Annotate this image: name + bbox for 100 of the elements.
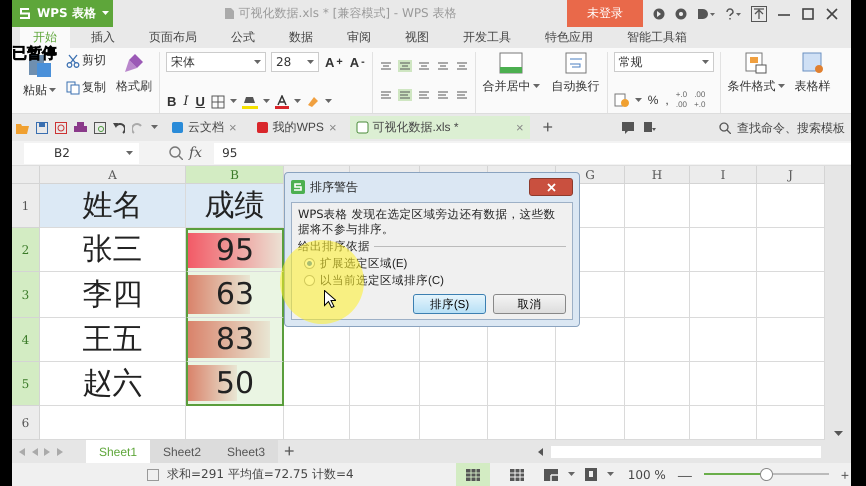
font-size-field[interactable]: 28 xyxy=(271,52,319,72)
align-icon[interactable] xyxy=(454,88,469,101)
maximize-icon[interactable] xyxy=(801,8,815,20)
caret-icon[interactable] xyxy=(254,60,261,64)
italic-button[interactable]: I xyxy=(182,94,190,109)
menu-tab[interactable]: 审阅 xyxy=(334,27,384,48)
align-icon[interactable] xyxy=(398,60,412,72)
font-name-field[interactable]: 宋体 xyxy=(166,52,266,72)
print-icon[interactable] xyxy=(74,122,87,134)
scroll-down-icon[interactable] xyxy=(834,431,842,436)
table-style-button[interactable]: 表格样 xyxy=(794,78,832,95)
brush-icon[interactable] xyxy=(123,52,145,74)
caret-icon[interactable] xyxy=(324,99,332,104)
empty-cell[interactable] xyxy=(625,362,690,406)
menu-tab[interactable]: 公式 xyxy=(218,27,268,48)
search-field[interactable]: 查找命令、搜索模板 xyxy=(718,120,847,136)
row-header[interactable]: 2 xyxy=(12,228,40,272)
menu-tab[interactable]: 插入 xyxy=(78,27,128,48)
paste-button[interactable]: 粘贴 xyxy=(22,82,57,99)
number-format-field[interactable]: 常规 xyxy=(614,52,714,72)
skin-icon[interactable] xyxy=(653,8,665,20)
align-icon[interactable] xyxy=(416,60,431,72)
comment-icon[interactable] xyxy=(622,122,634,134)
row-header[interactable]: 3 xyxy=(12,272,40,318)
caret-icon[interactable] xyxy=(102,11,109,16)
currency-icon[interactable] xyxy=(614,93,630,107)
column-header[interactable]: A xyxy=(40,166,186,184)
copy-button[interactable]: 复制 xyxy=(65,79,107,96)
caret-icon[interactable] xyxy=(151,125,158,130)
percent-button[interactable]: % xyxy=(646,93,660,107)
caret-icon[interactable] xyxy=(606,472,614,477)
row-header[interactable]: 6 xyxy=(12,406,40,440)
empty-cell[interactable] xyxy=(488,362,556,406)
close-button[interactable] xyxy=(529,178,573,196)
caret-icon[interactable] xyxy=(294,99,301,104)
document-tab[interactable]: 可视化数据.xls * × xyxy=(350,116,530,139)
column-header[interactable]: H xyxy=(625,166,690,184)
new-sheet-button[interactable]: + xyxy=(278,440,301,463)
align-icon[interactable] xyxy=(436,88,450,101)
conditional-format-icon[interactable] xyxy=(745,52,768,74)
zoom-in-button[interactable]: + xyxy=(838,466,851,482)
empty-cell[interactable] xyxy=(556,362,625,406)
layout-icon[interactable] xyxy=(544,468,558,480)
column-header[interactable]: B xyxy=(186,166,284,184)
d-shape-icon[interactable] xyxy=(697,8,715,20)
cell-reference-field[interactable]: B2 xyxy=(24,142,139,164)
font-color-icon[interactable] xyxy=(274,94,289,108)
menu-tab[interactable]: 页面布局 xyxy=(136,27,210,48)
caret-icon[interactable] xyxy=(702,60,709,64)
align-icon[interactable] xyxy=(454,60,469,72)
merge-cells-icon[interactable] xyxy=(499,52,524,74)
scissors-icon[interactable] xyxy=(66,54,80,68)
format-painter-button[interactable]: 格式刷 xyxy=(115,78,153,95)
caret-icon[interactable] xyxy=(262,99,270,104)
menu-tab[interactable]: 特色应用 xyxy=(532,27,606,48)
vertical-scrollbar[interactable] xyxy=(825,166,851,440)
empty-cell[interactable] xyxy=(625,228,690,272)
decrease-decimal-button[interactable]: .00 +.0 xyxy=(693,91,706,109)
cancel-button[interactable]: 取消 xyxy=(493,294,566,314)
help-icon[interactable] xyxy=(725,8,741,20)
conditional-format-button[interactable]: 条件格式 xyxy=(726,78,786,95)
wrap-text-icon[interactable] xyxy=(564,52,587,74)
empty-cell[interactable] xyxy=(690,228,757,272)
pdf-icon[interactable] xyxy=(55,122,67,134)
bulb-icon[interactable] xyxy=(584,468,597,481)
underline-button[interactable]: U xyxy=(194,94,206,109)
menu-tab[interactable]: 视图 xyxy=(392,27,442,48)
empty-cell[interactable] xyxy=(690,184,757,228)
settings-icon[interactable] xyxy=(675,8,687,20)
filter-icon[interactable] xyxy=(644,122,656,134)
copy-icon[interactable] xyxy=(66,80,80,94)
column-header[interactable]: J xyxy=(757,166,825,184)
align-icon[interactable] xyxy=(398,88,412,101)
formula-field[interactable]: 95 xyxy=(214,142,851,164)
sort-button[interactable]: 排序(S) xyxy=(413,294,486,314)
align-icon[interactable] xyxy=(416,88,431,101)
align-icon[interactable] xyxy=(378,88,393,101)
undo-icon[interactable] xyxy=(113,122,125,134)
wrap-text-button[interactable]: 自动换行 xyxy=(550,78,601,95)
menu-tab[interactable]: 数据 xyxy=(276,27,326,48)
menu-tab[interactable]: 智能工具箱 xyxy=(614,27,700,48)
save-icon[interactable] xyxy=(36,122,48,134)
print-preview-icon[interactable] xyxy=(94,122,106,134)
caret-icon[interactable] xyxy=(230,99,237,104)
merge-button[interactable]: 合并居中 xyxy=(482,78,541,95)
borders-icon[interactable] xyxy=(210,94,225,108)
sheet-tab[interactable]: Sheet2 xyxy=(150,440,214,463)
caret-icon[interactable] xyxy=(634,98,642,102)
empty-cell[interactable] xyxy=(690,318,757,362)
radio-option[interactable]: 扩展选定区域(E) xyxy=(304,256,566,271)
cut-button[interactable]: 剪切 xyxy=(65,52,107,69)
caret-icon[interactable] xyxy=(307,60,314,64)
bold-button[interactable]: B xyxy=(166,94,178,109)
empty-cell[interactable] xyxy=(690,272,757,318)
zoom-icon[interactable] xyxy=(169,146,183,160)
row-header[interactable]: 4 xyxy=(12,318,40,362)
normal-view-button[interactable] xyxy=(456,463,490,486)
document-tab[interactable]: 云文档 × xyxy=(165,116,243,139)
sheet-tab[interactable]: Sheet3 xyxy=(214,440,278,463)
scroll-left-icon[interactable] xyxy=(538,448,543,456)
